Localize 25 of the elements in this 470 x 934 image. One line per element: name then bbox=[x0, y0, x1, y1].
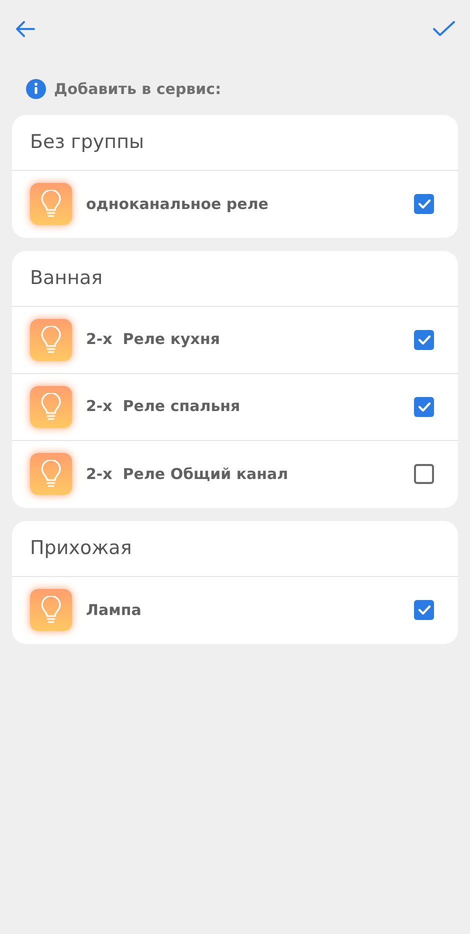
device-name: одноканальное реле bbox=[86, 194, 270, 215]
bulb-icon bbox=[30, 453, 72, 495]
check-icon bbox=[418, 402, 430, 412]
bulb-icon bbox=[30, 318, 72, 360]
device-name: 2-х Реле спальня bbox=[86, 396, 242, 418]
bulb-icon bbox=[30, 589, 72, 631]
device-name: 2-х Реле кухня bbox=[86, 329, 221, 350]
check-icon bbox=[418, 605, 430, 615]
check-icon bbox=[418, 199, 430, 209]
bulb-icon bbox=[30, 386, 72, 428]
back-button[interactable] bbox=[14, 18, 36, 40]
check-icon bbox=[418, 334, 430, 344]
checkbox[interactable] bbox=[414, 600, 434, 620]
group-title: Ванная bbox=[30, 266, 103, 291]
device-name: Лампа bbox=[86, 600, 142, 621]
checkbox[interactable] bbox=[414, 194, 434, 214]
device-name: 2-х Реле Общий канал bbox=[86, 464, 290, 485]
group-title: Прихожая bbox=[30, 536, 132, 561]
info-icon bbox=[26, 79, 46, 100]
checkbox[interactable] bbox=[414, 330, 434, 350]
bulb-icon bbox=[30, 183, 72, 225]
checkbox[interactable] bbox=[414, 464, 434, 484]
group-title: Без группы bbox=[30, 130, 144, 155]
info-label: Добавить в сервис: bbox=[54, 79, 222, 100]
checkbox[interactable] bbox=[414, 396, 434, 416]
